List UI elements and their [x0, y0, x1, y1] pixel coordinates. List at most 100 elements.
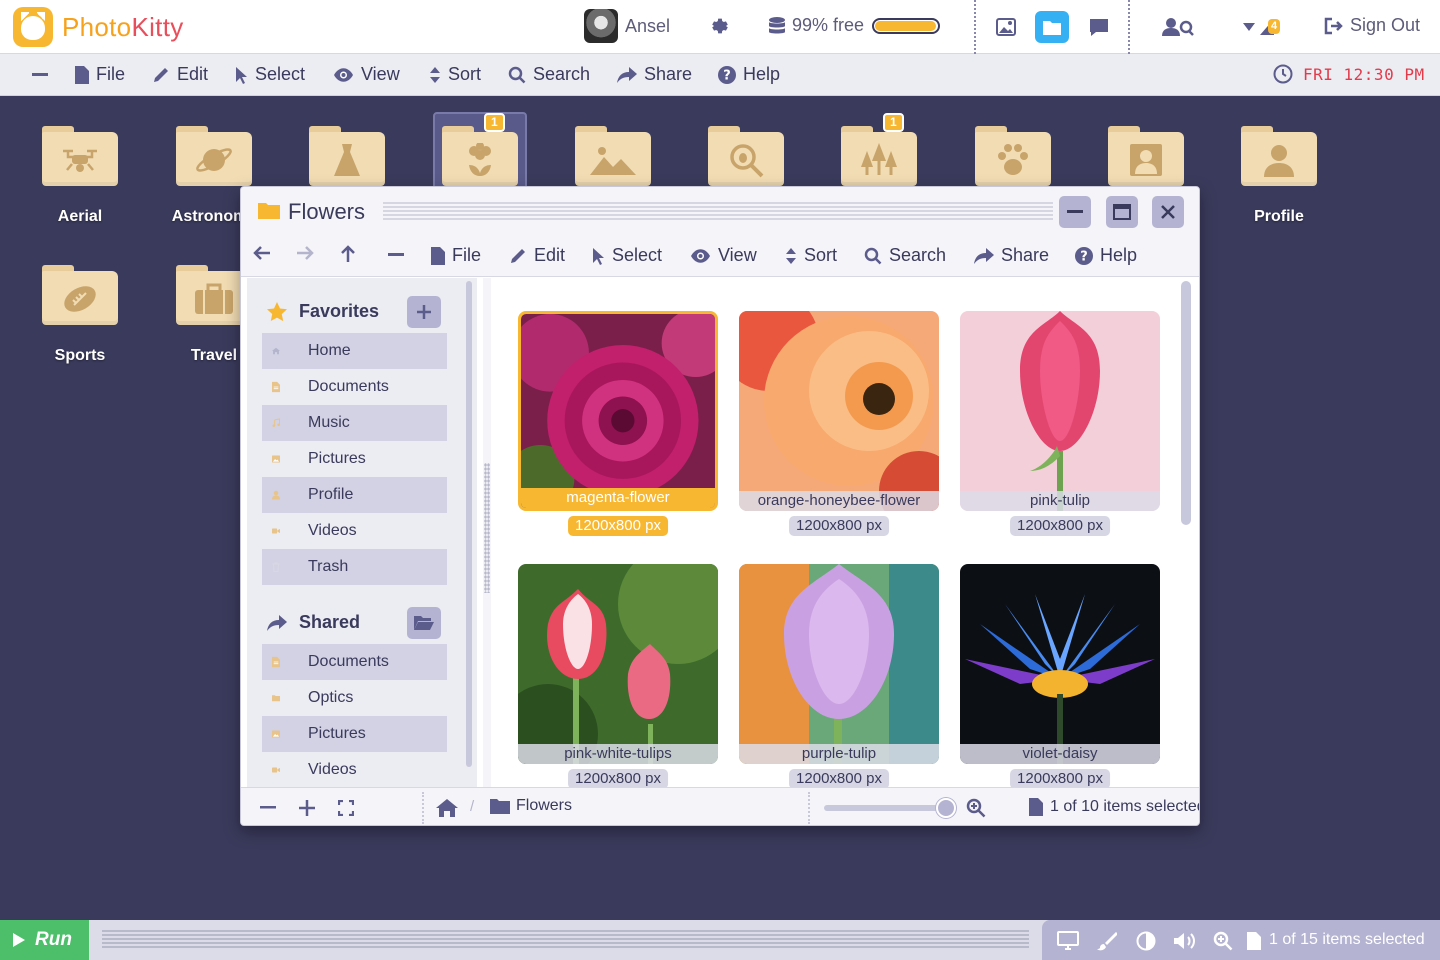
breadcrumb[interactable]: Flowers	[490, 797, 572, 815]
thumbnail-image	[521, 314, 715, 508]
arrow-left-icon	[253, 246, 270, 260]
sidebar-item-label: Optics	[308, 689, 354, 706]
sidebar-item-home[interactable]: Home	[262, 333, 447, 369]
sidebar-item-videos[interactable]: Videos	[262, 513, 447, 549]
file-thumbnail[interactable]: purple-tulip	[739, 564, 939, 764]
up-button[interactable]	[340, 245, 363, 263]
fullscreen-icon[interactable]	[336, 798, 356, 818]
sidebar-item-documents[interactable]: Documents	[262, 644, 447, 680]
folder-app-icon[interactable]	[1035, 11, 1069, 43]
folder-icon	[258, 203, 280, 219]
menu-help[interactable]: ? Help	[718, 64, 780, 85]
file-thumbnail[interactable]: magenta-flower	[518, 311, 718, 511]
toolbar-edit[interactable]: Edit	[509, 245, 565, 266]
add-favorite-button[interactable]	[407, 296, 441, 328]
forward-button[interactable]	[296, 245, 321, 261]
arrow-up-icon	[341, 245, 355, 262]
monitor-icon[interactable]	[1057, 930, 1079, 952]
sign-out-button[interactable]: Sign Out	[1324, 15, 1420, 36]
maximize-button[interactable]	[1106, 196, 1138, 228]
menu-select[interactable]: Select	[235, 64, 305, 85]
eye-icon	[691, 248, 710, 263]
toolbar-view[interactable]: View	[690, 245, 757, 266]
arrow-right-icon	[297, 246, 314, 260]
home-icon[interactable]	[436, 798, 458, 818]
collapse-icon[interactable]	[388, 245, 411, 263]
contrast-icon[interactable]	[1135, 930, 1157, 952]
window-title: Flowers	[288, 199, 366, 224]
sidebar-item-trash[interactable]: Trash	[262, 549, 447, 585]
cat-logo-icon	[13, 7, 53, 47]
close-button[interactable]	[1152, 196, 1184, 228]
app-name: PhotoKitty	[62, 11, 184, 42]
file-thumbnail[interactable]: violet-daisy	[960, 564, 1160, 764]
toolbar-search[interactable]: Search	[864, 245, 946, 266]
sidebar: Favorites Home Documents Music Pictures Prof…	[247, 278, 477, 787]
zoom-icon[interactable]	[1212, 930, 1234, 952]
sidebar-item-pictures[interactable]: Pictures	[262, 716, 447, 752]
menu-share[interactable]: Share	[617, 64, 692, 85]
image-icon[interactable]	[989, 11, 1023, 43]
brush-icon[interactable]	[1096, 930, 1118, 952]
file-grid: magenta-flower 1200x800 px orange-honeybee…	[492, 278, 1182, 787]
volume-icon[interactable]	[1173, 930, 1199, 952]
sidebar-item-videos[interactable]: Videos	[262, 752, 447, 787]
toolbar-select[interactable]: Select	[592, 245, 662, 266]
video-camera-icon	[272, 763, 294, 777]
grid-scrollbar[interactable]	[1181, 281, 1191, 525]
desktop-folder-aerial[interactable]: Aerial	[20, 126, 140, 226]
file-name: magenta-flower	[521, 488, 715, 508]
sidebar-item-music[interactable]: Music	[262, 405, 447, 441]
notifications-menu[interactable]: 4	[1232, 11, 1286, 43]
file-icon	[431, 246, 445, 265]
divider	[974, 0, 976, 54]
menu-bar: File Edit Select View Sort Search Share …	[0, 54, 1440, 96]
gear-icon[interactable]	[709, 15, 731, 37]
toolbar-file[interactable]: File	[431, 245, 481, 266]
minimize-button[interactable]	[1059, 196, 1091, 228]
menu-sort[interactable]: Sort	[429, 64, 481, 85]
open-shared-button[interactable]	[407, 607, 441, 639]
folder-icon	[841, 126, 917, 186]
toolbar-share[interactable]: Share	[974, 245, 1049, 266]
zoom-slider-handle[interactable]	[936, 798, 956, 818]
splitter-grip[interactable]	[484, 463, 490, 593]
sidebar-item-label: Documents	[308, 378, 389, 395]
sidebar-item-documents[interactable]: Documents	[262, 369, 447, 405]
file-thumbnail[interactable]: pink-white-tulips	[518, 564, 718, 764]
folder-icon	[708, 126, 784, 186]
menu-file[interactable]: File	[75, 64, 125, 85]
flower-icon	[442, 138, 518, 182]
desktop-folder-sports[interactable]: Sports	[20, 265, 140, 365]
clock[interactable]: FRI 12:30 PM	[1273, 64, 1425, 84]
menu-search[interactable]: Search	[508, 64, 590, 85]
maximize-icon	[1113, 204, 1131, 220]
user-search-icon[interactable]	[1160, 11, 1196, 43]
desktop-folder-profile[interactable]: Profile	[1219, 126, 1339, 226]
back-button[interactable]	[253, 245, 278, 261]
file-thumbnail[interactable]: pink-tulip	[960, 311, 1160, 511]
collapse-icon[interactable]	[31, 64, 56, 84]
sidebar-item-profile[interactable]: Profile	[262, 477, 447, 513]
zoom-slider[interactable]	[824, 805, 949, 811]
zoom-out-icon[interactable]	[258, 798, 278, 818]
toolbar-sort[interactable]: Sort	[785, 245, 837, 266]
window-title-bar[interactable]: Flowers	[241, 187, 1199, 235]
user-menu[interactable]: Ansel	[584, 9, 670, 43]
sidebar-item-optics[interactable]: Optics	[262, 680, 447, 716]
toolbar-help[interactable]: ? Help	[1075, 245, 1137, 266]
app-logo[interactable]: PhotoKitty	[13, 7, 184, 47]
menu-view[interactable]: View	[333, 64, 400, 85]
file-thumbnail[interactable]: orange-honeybee-flower	[739, 311, 939, 511]
zoom-in-plus-icon[interactable]	[297, 798, 317, 818]
sidebar-item-pictures[interactable]: Pictures	[262, 441, 447, 477]
shared-badge: 1	[484, 113, 505, 132]
sidebar-scrollbar[interactable]	[466, 281, 472, 767]
desktop-folder-label: Profile	[1254, 208, 1304, 225]
chat-icon[interactable]	[1082, 11, 1116, 43]
zoom-icon[interactable]	[966, 798, 986, 818]
run-button[interactable]: Run	[0, 920, 89, 960]
storage-indicator[interactable]: 99% free	[768, 15, 941, 36]
selection-status: 1 of 10 items selected	[1029, 798, 1199, 816]
menu-edit[interactable]: Edit	[152, 64, 208, 85]
